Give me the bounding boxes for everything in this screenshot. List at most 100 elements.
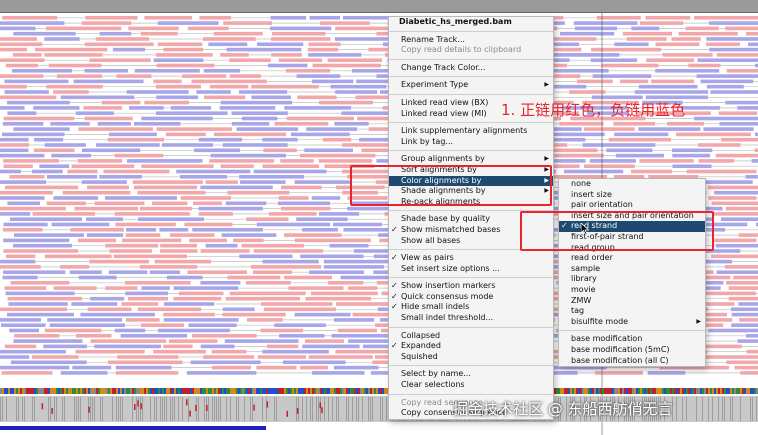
- menu-item-clear-selections[interactable]: Clear selections: [389, 380, 553, 391]
- sequence-base: [194, 388, 196, 394]
- menu-item-movie[interactable]: movie: [559, 285, 705, 296]
- read-segment: [745, 175, 758, 179]
- read-segment: [53, 286, 97, 290]
- read-segment: [746, 334, 758, 338]
- menu-item-base-modification[interactable]: base modification: [559, 334, 705, 345]
- sequence-base: [596, 388, 598, 394]
- sequence-base: [328, 388, 330, 394]
- mismatch-column: [682, 397, 683, 421]
- read-segment: [49, 323, 125, 327]
- menu-item-select-by-name[interactable]: Select by name...: [389, 369, 553, 380]
- read-segment: [270, 16, 307, 20]
- menu-item-label: base modification: [571, 334, 643, 344]
- menu-item-link-supplementary-alignments[interactable]: Link supplementary alignments: [389, 126, 553, 137]
- sequence-base: [244, 388, 246, 394]
- menu-item-tag[interactable]: tag: [559, 306, 705, 317]
- menu-separator: [389, 393, 553, 395]
- read-segment: [13, 339, 83, 343]
- mismatch-column: [220, 397, 221, 421]
- mismatch-column: [150, 397, 151, 421]
- sequence-base: [164, 388, 166, 394]
- read-segment: [639, 21, 684, 25]
- sequence-base: [114, 388, 116, 394]
- sequence-base: [612, 388, 614, 394]
- sequence-base: [288, 388, 290, 394]
- read-segment: [263, 148, 297, 153]
- read-segment: [163, 344, 193, 349]
- menu-item-label: none: [571, 179, 591, 188]
- sequence-base: [2, 388, 4, 394]
- read-segment: [156, 95, 199, 100]
- menu-item-library[interactable]: library: [559, 274, 705, 285]
- mismatch-column: [112, 397, 113, 421]
- menu-item-hide-small-indels[interactable]: ✓ Hide small indels: [389, 302, 553, 313]
- read-segment: [710, 90, 758, 94]
- menu-item-zmw[interactable]: ZMW: [559, 296, 705, 307]
- menu-item-base-modification-5mc[interactable]: base modification (5mC): [559, 345, 705, 356]
- submenu-arrow-icon: ▶: [696, 317, 701, 325]
- menu-item-insert-size[interactable]: insert size: [559, 190, 705, 201]
- mismatch-column: [262, 397, 263, 421]
- sequence-base: [586, 388, 588, 394]
- read-segment: [50, 122, 90, 126]
- read-segment: [569, 90, 606, 94]
- read-segment: [0, 355, 30, 359]
- sequence-base: [302, 388, 304, 394]
- menu-item-squished[interactable]: Squished: [389, 352, 553, 363]
- read-segment: [53, 196, 99, 200]
- read-segment: [227, 190, 290, 195]
- menu-item-show-insertion-markers[interactable]: ✓ Show insertion markers: [389, 281, 553, 292]
- read-segment: [165, 132, 206, 137]
- sequence-base: [70, 388, 72, 394]
- sequence-base: [282, 388, 284, 394]
- submenu-arrow-icon: ▶: [544, 155, 549, 163]
- sequence-base: [668, 388, 670, 394]
- read-segment: [724, 265, 758, 269]
- mismatch-column: [178, 397, 179, 421]
- read-segment: [157, 42, 203, 47]
- menu-item-bisulfite-mode[interactable]: bisulfite mode ▶: [559, 317, 705, 328]
- menu-item-group-alignments-by[interactable]: Group alignments by ▶: [389, 154, 553, 165]
- menu-item-pair-orientation[interactable]: pair orientation: [559, 200, 705, 211]
- read-segment: [294, 312, 351, 317]
- menu-item-rename-track[interactable]: Rename Track...: [389, 35, 553, 46]
- read-segment: [246, 217, 289, 221]
- menu-item-collapsed[interactable]: Collapsed: [389, 331, 553, 342]
- menu-item-read-order[interactable]: read order: [559, 253, 705, 264]
- read-segment: [126, 159, 203, 163]
- read-segment: [125, 318, 160, 322]
- menu-item-expanded[interactable]: ✓ Expanded: [389, 341, 553, 352]
- read-segment: [75, 349, 145, 354]
- menu-item-set-insert-size-options[interactable]: Set insert size options ...: [389, 264, 553, 275]
- sequence-base: [370, 388, 372, 394]
- mismatch-column: [696, 397, 697, 421]
- sequence-base: [620, 388, 622, 394]
- read-segment: [262, 349, 329, 354]
- menu-item-label: Copy read details to clipboard: [401, 45, 522, 55]
- sequence-base: [754, 388, 756, 394]
- read-segment: [141, 116, 213, 121]
- menu-item-quick-consensus-mode[interactable]: ✓ Quick consensus mode: [389, 292, 553, 303]
- read-segment: [591, 47, 662, 52]
- read-segment: [60, 371, 108, 375]
- menu-item-base-modification-all-c[interactable]: base modification (all C): [559, 356, 705, 367]
- read-segment: [227, 275, 281, 280]
- read-segment: [205, 180, 238, 184]
- mismatch-column: [368, 397, 369, 421]
- menu-item-none[interactable]: none: [559, 179, 705, 190]
- read-segment: [337, 328, 377, 333]
- menu-item-view-as-pairs[interactable]: ✓ View as pairs: [389, 253, 553, 264]
- sequence-base: [316, 388, 318, 394]
- menu-item-link-by-tag[interactable]: Link by tag...: [389, 137, 553, 148]
- mismatch-mark: [41, 403, 44, 410]
- menu-item-small-indel-threshold[interactable]: Small indel threshold...: [389, 313, 553, 324]
- read-segment: [559, 122, 604, 126]
- read-segment: [305, 296, 372, 301]
- read-segment: [246, 318, 283, 322]
- menu-item-sample[interactable]: sample: [559, 264, 705, 275]
- sequence-base: [272, 388, 274, 394]
- read-segment: [0, 137, 29, 142]
- read-segment: [697, 143, 741, 147]
- menu-item-experiment-type[interactable]: Experiment Type ▶: [389, 80, 553, 91]
- menu-item-change-track-color[interactable]: Change Track Color...: [389, 63, 553, 74]
